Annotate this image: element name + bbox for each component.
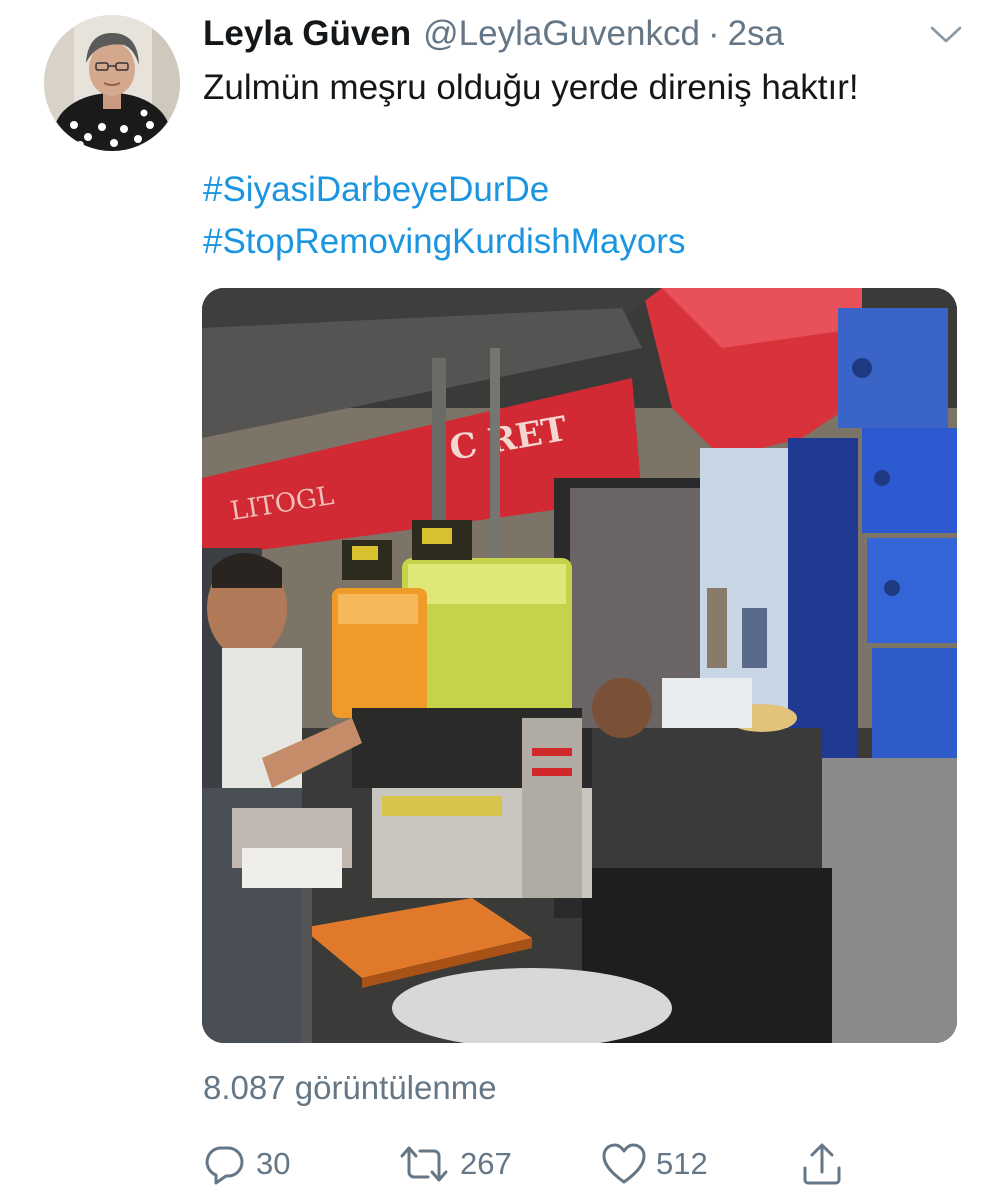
retweet-count: 267 <box>460 1146 512 1181</box>
separator-dot: · <box>707 14 720 53</box>
retweet-button[interactable]: 267 <box>396 1136 512 1192</box>
timestamp[interactable]: 2sa <box>728 12 784 56</box>
tweet-text: Zulmün meşru olduğu yerde direniş haktır… <box>203 68 859 107</box>
share-button[interactable] <box>798 1136 846 1192</box>
reply-button[interactable]: 30 <box>200 1136 290 1192</box>
user-handle[interactable]: @LeylaGuvenkcd <box>423 12 700 56</box>
tweet-header: Leyla Güven @LeylaGuvenkcd · 2sa <box>203 12 784 56</box>
retweet-icon <box>400 1146 448 1182</box>
reply-icon <box>205 1146 244 1185</box>
heart-icon <box>602 1143 646 1184</box>
display-name[interactable]: Leyla Güven <box>203 12 411 56</box>
view-count: 8.087 görüntülenme <box>203 1069 497 1106</box>
share-icon <box>803 1143 841 1185</box>
action-bar: 30 267 512 <box>200 1136 880 1192</box>
like-count: 512 <box>656 1146 708 1181</box>
reply-count: 30 <box>256 1146 291 1181</box>
hashtag-link-siyasidarbeyedurde[interactable]: #SiyasiDarbeyeDurDe <box>203 164 549 216</box>
hashtag-link-stopremovingkurdishmayors[interactable]: #StopRemovingKurdishMayors <box>203 216 685 268</box>
profile-photo <box>44 15 180 151</box>
avatar[interactable] <box>44 15 180 151</box>
video-thumbnail[interactable]: C RET LITOGL <box>202 288 957 1043</box>
chevron-down-icon[interactable] <box>928 22 964 46</box>
like-button[interactable]: 512 <box>600 1136 708 1192</box>
